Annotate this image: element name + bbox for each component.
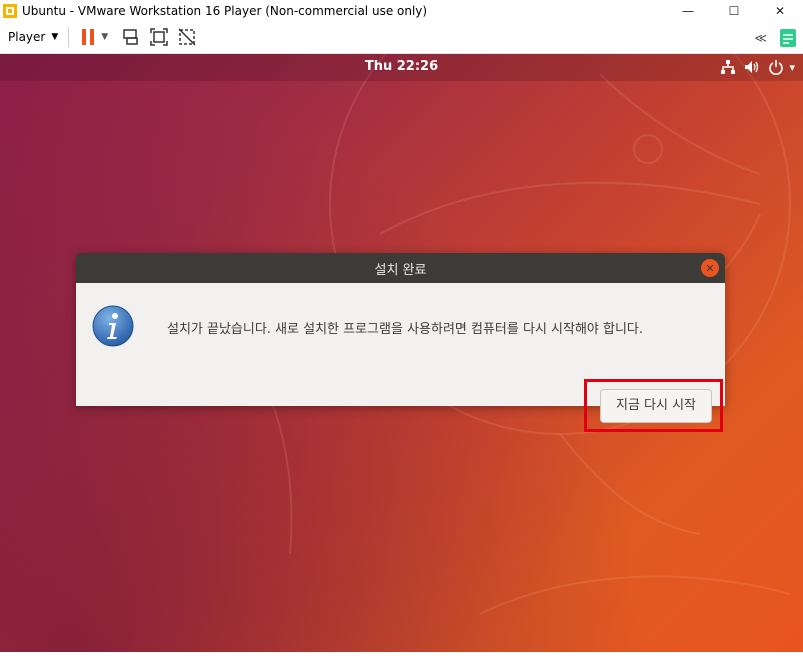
system-tray[interactable]: ▾	[713, 58, 795, 76]
unity-icon	[178, 28, 196, 46]
install-complete-dialog: 설치 완료 ✕ 설치가 끝났습니다. 새로 설치한 프로그램을 사용하려면 컴퓨…	[76, 253, 725, 432]
collapse-toolbar-icon[interactable]: ≪	[754, 31, 767, 45]
window-controls: — ☐ ✕	[665, 0, 803, 21]
send-ctrl-alt-del-button[interactable]	[120, 26, 142, 48]
network-icon	[719, 58, 737, 76]
toolbar-separator	[68, 27, 70, 47]
notes-icon[interactable]	[779, 28, 797, 48]
fit-guest-icon	[150, 28, 168, 46]
clock[interactable]: Thu 22:26	[0, 59, 803, 74]
maximize-button[interactable]: ☐	[711, 0, 757, 21]
toolbar-right: ≪	[754, 21, 797, 54]
send-ctrl-alt-del-icon	[123, 29, 138, 45]
dialog-title: 설치 완료	[374, 263, 427, 278]
dialog-header: 설치 완료 ✕	[76, 253, 725, 283]
unity-button[interactable]	[176, 26, 198, 48]
window-title: Ubuntu - VMware Workstation 16 Player (N…	[22, 3, 428, 18]
player-menu[interactable]: Player ▼	[8, 30, 58, 44]
power-icon	[767, 58, 785, 76]
fit-guest-button[interactable]	[148, 26, 170, 48]
window-titlebar: Ubuntu - VMware Workstation 16 Player (N…	[0, 0, 803, 21]
info-icon	[92, 305, 134, 347]
vmware-toolbar: Player ▼ ▼ ≪	[0, 21, 803, 54]
dialog-body: 설치가 끝났습니다. 새로 설치한 프로그램을 사용하려면 컴퓨터를 다시 시작…	[76, 283, 725, 432]
player-menu-label: Player	[8, 30, 46, 44]
pause-button[interactable]	[77, 26, 99, 48]
close-button[interactable]: ✕	[757, 0, 803, 21]
ubuntu-top-panel: Thu 22:26 ▾	[0, 54, 803, 81]
vmware-window: Ubuntu - VMware Workstation 16 Player (N…	[0, 0, 803, 656]
window-bottom-edge	[0, 652, 803, 656]
system-menu-chevron-icon: ▾	[789, 60, 795, 74]
dialog-close-button[interactable]: ✕	[701, 259, 719, 277]
pause-dropdown-icon[interactable]: ▼	[101, 32, 108, 42]
dialog-message: 설치가 끝났습니다. 새로 설치한 프로그램을 사용하려면 컴퓨터를 다시 시작…	[167, 322, 644, 337]
minimize-button[interactable]: —	[665, 0, 711, 21]
volume-icon	[743, 58, 761, 76]
pause-icon	[82, 29, 95, 45]
vmware-app-icon	[3, 3, 17, 18]
restart-now-button[interactable]: 지금 다시 시작	[600, 389, 712, 423]
chevron-down-icon: ▼	[51, 32, 59, 42]
